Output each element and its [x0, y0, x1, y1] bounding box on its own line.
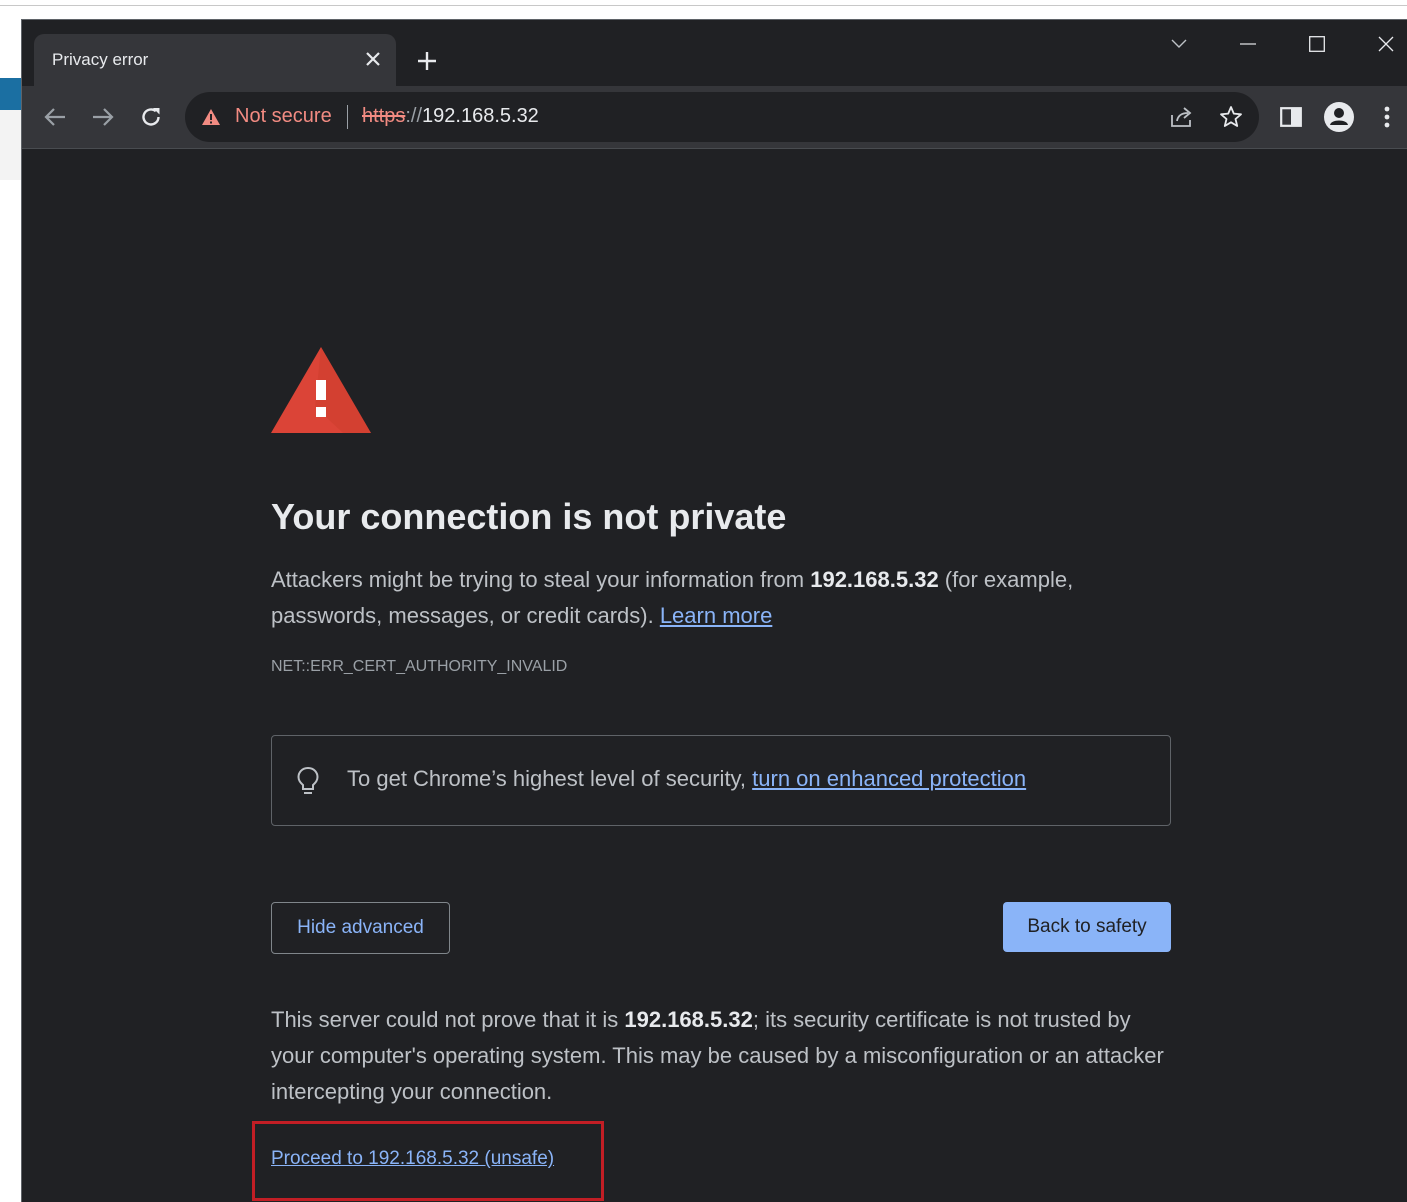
browser-window: Privacy error Not secure https://192.168… [21, 19, 1407, 1202]
details-paragraph: This server could not prove that it is 1… [271, 1002, 1173, 1110]
enhanced-protection-prompt: To get Chrome’s highest level of securit… [347, 766, 753, 791]
kebab-menu-icon[interactable] [1372, 102, 1402, 132]
page-title: Your connection is not private [271, 496, 787, 537]
details-text-before: This server could not prove that it is [271, 1007, 625, 1032]
intro-host: 192.168.5.32 [810, 567, 939, 592]
back-to-safety-button[interactable]: Back to safety [1003, 902, 1171, 952]
error-code[interactable]: NET::ERR_CERT_AUTHORITY_INVALID [271, 658, 567, 676]
address-bar[interactable]: Not secure https://192.168.5.32 [185, 92, 1259, 142]
profile-avatar-icon[interactable] [1324, 102, 1354, 132]
new-tab-icon[interactable] [414, 48, 440, 74]
forward-arrow-icon[interactable] [88, 102, 118, 132]
share-icon[interactable] [1169, 104, 1195, 130]
bookmark-star-icon[interactable] [1218, 104, 1244, 130]
background-window-accent [0, 78, 21, 110]
omnibox-separator [347, 105, 348, 129]
tab-close-icon[interactable] [362, 48, 384, 70]
close-window-icon[interactable] [1366, 30, 1406, 58]
tab-privacy-error[interactable]: Privacy error [34, 34, 396, 86]
background-window-panel [0, 110, 21, 180]
desktop-top-edge [0, 0, 1407, 6]
details-host: 192.168.5.32 [624, 1007, 753, 1032]
url-host: 192.168.5.32 [422, 105, 539, 127]
page-content: Your connection is not private Attackers… [22, 150, 1407, 1202]
enhanced-protection-link[interactable]: turn on enhanced protection [752, 766, 1026, 791]
back-arrow-icon[interactable] [40, 102, 70, 132]
enhanced-protection-box: To get Chrome’s highest level of securit… [271, 735, 1171, 826]
reload-icon[interactable] [136, 102, 166, 132]
url-separator: :// [405, 105, 423, 127]
maximize-icon[interactable] [1297, 30, 1337, 58]
url-text[interactable]: https://192.168.5.32 [362, 105, 539, 128]
lightbulb-icon [296, 766, 320, 801]
hide-advanced-button[interactable]: Hide advanced [271, 902, 450, 954]
not-secure-label[interactable]: Not secure [235, 105, 332, 128]
large-warning-icon [271, 347, 371, 439]
tab-strip: Privacy error [22, 20, 1407, 86]
minimize-icon[interactable] [1228, 30, 1268, 58]
enhanced-protection-text: To get Chrome’s highest level of securit… [347, 766, 1026, 792]
browser-toolbar: Not secure https://192.168.5.32 [22, 86, 1407, 149]
intro-text-before: Attackers might be trying to steal your … [271, 567, 811, 592]
tab-search-chevron-icon[interactable] [1159, 30, 1199, 58]
learn-more-link[interactable]: Learn more [660, 603, 773, 628]
side-panel-icon[interactable] [1276, 102, 1306, 132]
warning-triangle-icon[interactable] [201, 108, 221, 131]
url-scheme: https [362, 105, 406, 127]
proceed-unsafe-link[interactable]: Proceed to 192.168.5.32 (unsafe) [271, 1148, 554, 1170]
intro-paragraph: Attackers might be trying to steal your … [271, 562, 1171, 634]
tab-title: Privacy error [52, 50, 149, 69]
